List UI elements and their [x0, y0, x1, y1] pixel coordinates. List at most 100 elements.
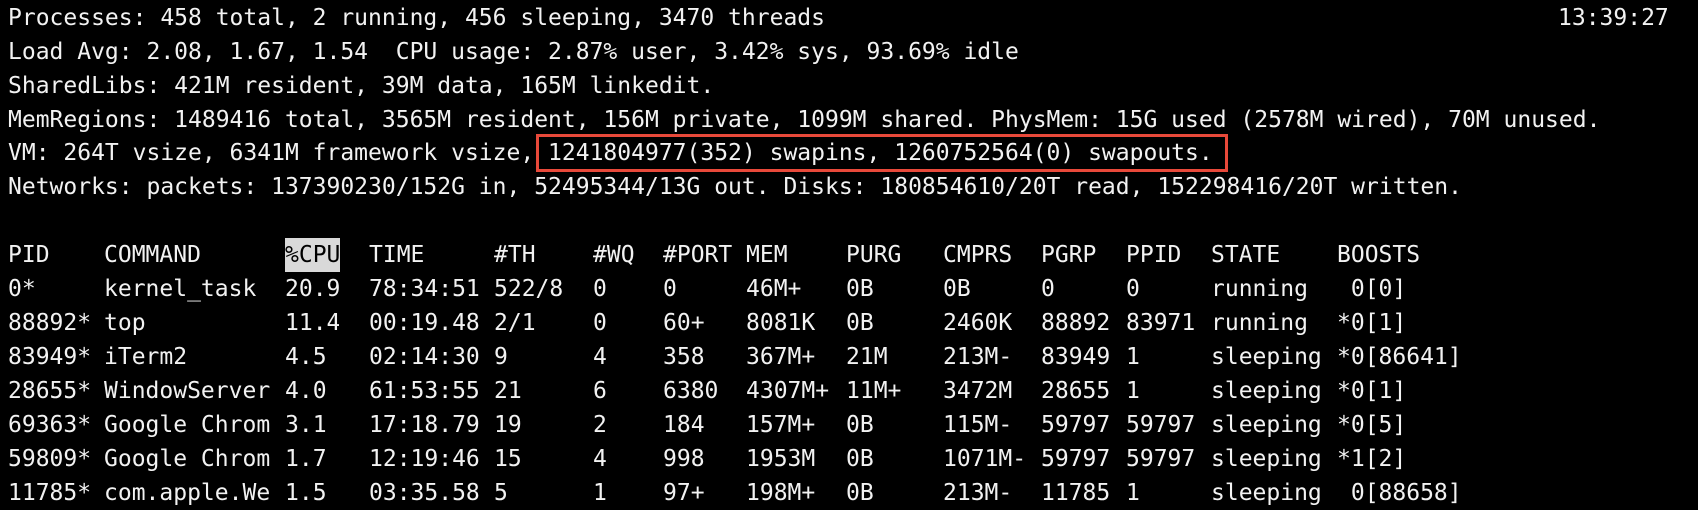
cell-wq: 1: [593, 480, 607, 506]
cell-wq: 2: [593, 412, 607, 438]
cell-cmprs: 2460K: [943, 310, 1013, 336]
table-row[interactable]: 88892* top 11.4 00:19.48 2/1 0 60+ 8081K 0B 2460K…: [0, 306, 1698, 340]
cell-mem: 46M+: [746, 276, 802, 302]
cell-boosts: *0[86641]: [1337, 344, 1462, 370]
column-header-time: TIME: [369, 242, 425, 268]
cell-cpu: 3.1: [285, 412, 327, 438]
table-header-row: PID COMMAND %CPU TIME #TH #WQ #PORT MEM PURG CMPR…: [0, 238, 1698, 272]
cell-ppid: 83971: [1126, 310, 1196, 336]
cell-cpu: 11.4: [285, 310, 339, 336]
cell-time: 17:18.79: [369, 412, 480, 438]
cell-command: Google Chrom: [104, 412, 271, 438]
cell-state: running: [1211, 276, 1308, 302]
table-row[interactable]: 83949* iTerm2 4.5 02:14:30 9 4 358 367M+ 21M 213M…: [0, 340, 1698, 374]
cell-time: 00:19.48: [369, 310, 480, 336]
cell-pgrp: 83949: [1041, 344, 1111, 370]
cell-pid: 69363*: [8, 412, 92, 438]
cell-purg: 0B: [846, 310, 874, 336]
column-header-mem: MEM: [746, 242, 788, 268]
cell-pgrp: 88892: [1041, 310, 1111, 336]
cell-boosts: *0[1]: [1337, 378, 1407, 404]
cell-time: 12:19:46: [369, 446, 480, 472]
column-header-port: #PORT: [663, 242, 733, 268]
cell-boosts: 0[88658]: [1337, 480, 1462, 506]
cell-pgrp: 11785: [1041, 480, 1111, 506]
cell-mem: 1953M: [746, 446, 816, 472]
cell-pid: 28655*: [8, 378, 92, 404]
cell-mem: 157M+: [746, 412, 816, 438]
cell-threads: 9: [494, 344, 508, 370]
cell-state: sleeping: [1211, 378, 1322, 404]
column-header-ppid: PPID: [1126, 242, 1182, 268]
cell-pid: 83949*: [8, 344, 92, 370]
cell-state: sleeping: [1211, 480, 1322, 506]
cell-boosts: 0[0]: [1337, 276, 1407, 302]
cell-cpu: 4.0: [285, 378, 327, 404]
cell-ppid: 1: [1126, 378, 1140, 404]
memregions-summary: MemRegions: 1489416 total, 3565M residen…: [8, 107, 1601, 133]
cell-command: WindowServer: [104, 378, 271, 404]
column-header-pid: PID: [8, 242, 50, 268]
column-header-command: COMMAND: [104, 242, 201, 268]
cell-state: sleeping: [1211, 344, 1322, 370]
table-row[interactable]: 0* kernel_task 20.9 78:34:51 522/8 0 0 46M+ 0B 0B…: [0, 272, 1698, 306]
cell-command: iTerm2: [104, 344, 188, 370]
cell-time: 61:53:55: [369, 378, 480, 404]
cell-ppid: 0: [1126, 276, 1140, 302]
cell-ppid: 1: [1126, 344, 1140, 370]
cell-wq: 4: [593, 344, 607, 370]
cell-port: 184: [663, 412, 705, 438]
cell-wq: 6: [593, 378, 607, 404]
cell-pgrp: 0: [1041, 276, 1055, 302]
cell-cmprs: 0B: [943, 276, 971, 302]
cell-purg: 0B: [846, 276, 874, 302]
cell-port: 998: [663, 446, 705, 472]
column-header-threads: #TH: [494, 242, 536, 268]
table-row[interactable]: 11785* com.apple.We 1.5 03:35.58 5 1 97+ 198M+ 0…: [0, 476, 1698, 510]
clock-time: 13:39:27: [1558, 5, 1669, 31]
cell-pgrp: 59797: [1041, 412, 1111, 438]
cell-command: Google Chrom: [104, 446, 271, 472]
cell-port: 97+: [663, 480, 705, 506]
cell-port: 6380: [663, 378, 719, 404]
cell-port: 0: [663, 276, 677, 302]
cell-threads: 2/1: [494, 310, 536, 336]
cell-threads: 19: [494, 412, 522, 438]
table-row[interactable]: 69363* Google Chrom 3.1 17:18.79 19 2 184 157M+…: [0, 408, 1698, 442]
cell-mem: 8081K: [746, 310, 816, 336]
networks-disks-summary: Networks: packets: 137390230/152G in, 52…: [8, 174, 1462, 200]
table-row[interactable]: 28655* WindowServer 4.0 61:53:55 21 6 6380 4307…: [0, 374, 1698, 408]
cell-purg: 0B: [846, 412, 874, 438]
cell-state: sleeping: [1211, 446, 1322, 472]
column-header-purg: PURG: [846, 242, 902, 268]
column-header-boosts: BOOSTS: [1337, 242, 1421, 268]
processes-summary: Processes: 458 total, 2 running, 456 sle…: [8, 5, 825, 31]
cell-purg: 21M: [846, 344, 888, 370]
table-row[interactable]: 59809* Google Chrom 1.7 12:19:46 15 4 998 1953M…: [0, 442, 1698, 476]
load-cpu-summary: Load Avg: 2.08, 1.67, 1.54 CPU usage: 2.…: [8, 39, 1019, 65]
column-header-wq: #WQ: [593, 242, 635, 268]
cell-purg: 0B: [846, 480, 874, 506]
cell-boosts: *1[2]: [1337, 446, 1407, 472]
cell-mem: 4307M+: [746, 378, 830, 404]
column-header-pgrp: PGRP: [1041, 242, 1097, 268]
cell-cpu: 20.9: [285, 276, 339, 302]
cell-state: sleeping: [1211, 412, 1322, 438]
cell-mem: 367M+: [746, 344, 816, 370]
cell-boosts: *0[1]: [1337, 310, 1407, 336]
column-header-cmprs: CMPRS: [943, 242, 1013, 268]
cell-port: 358: [663, 344, 705, 370]
cell-wq: 4: [593, 446, 607, 472]
cell-time: 02:14:30: [369, 344, 480, 370]
cell-pid: 11785*: [8, 480, 92, 506]
cell-pid: 88892*: [8, 310, 92, 336]
sharedlibs-summary: SharedLibs: 421M resident, 39M data, 165…: [8, 73, 715, 99]
cell-state: running: [1211, 310, 1308, 336]
cell-wq: 0: [593, 276, 607, 302]
cell-command: top: [104, 310, 146, 336]
cell-pid: 0*: [8, 276, 36, 302]
cell-ppid: 59797: [1126, 446, 1196, 472]
cell-purg: 0B: [846, 446, 874, 472]
cell-command: com.apple.We: [104, 480, 271, 506]
cell-cmprs: 115M-: [943, 412, 1013, 438]
